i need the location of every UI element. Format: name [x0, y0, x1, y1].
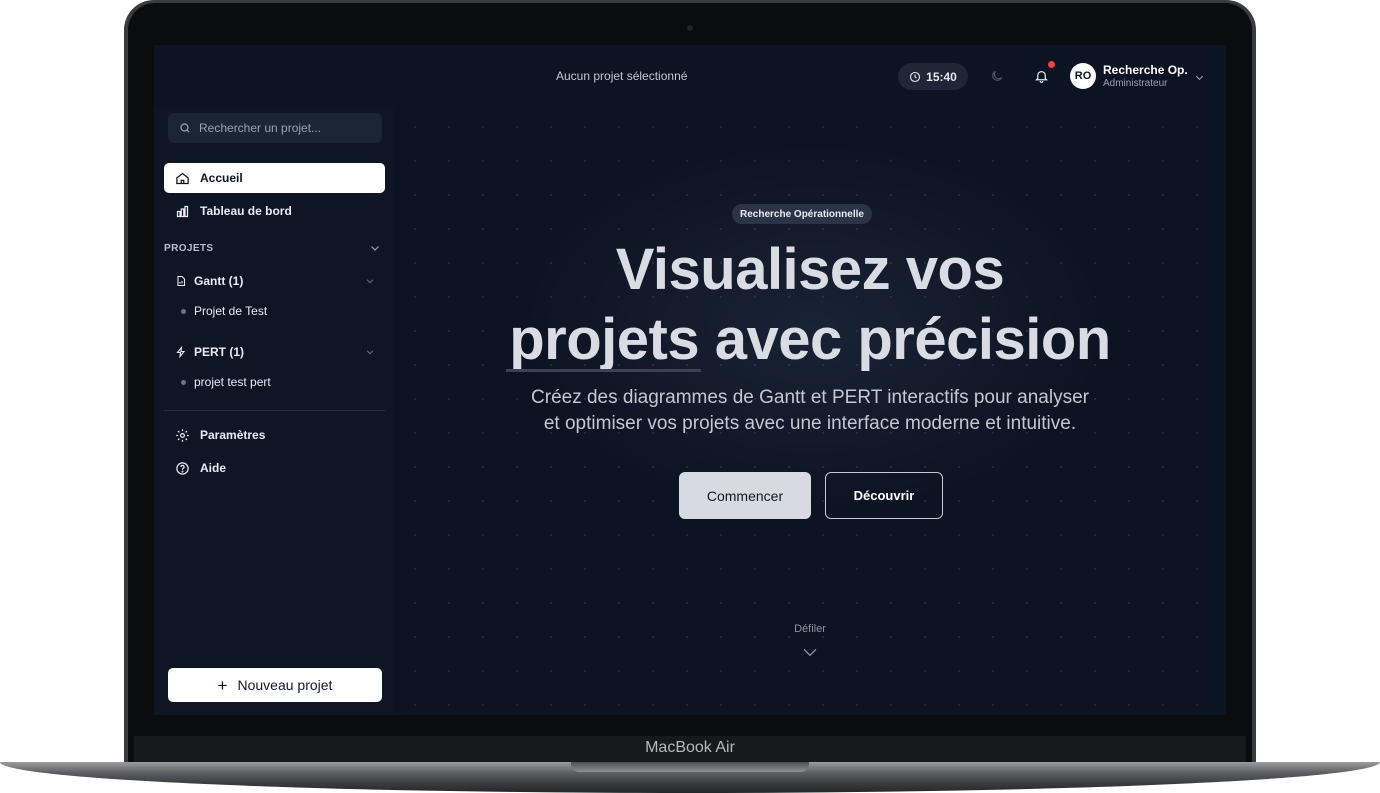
avatar[interactable]: RO	[1070, 63, 1096, 89]
notification-dot	[1048, 61, 1055, 68]
hero-title-line1: Visualisez vos	[615, 237, 1005, 302]
hero-badge: Recherche Opérationnelle	[732, 204, 872, 224]
device-label: MacBook Air	[645, 739, 735, 756]
hero-section: Recherche Opérationnelle Visualisez vos …	[394, 108, 1226, 715]
search-icon	[180, 123, 190, 133]
bullet-dot	[181, 308, 186, 314]
help-icon	[176, 461, 189, 475]
bullet-dot	[181, 379, 186, 385]
project-name: projet test pert	[194, 375, 271, 389]
chevron-down-icon[interactable]	[365, 276, 375, 286]
sidebar-item-settings[interactable]: Paramètres	[164, 420, 385, 450]
project-group-pert[interactable]: PERT (1)	[175, 345, 244, 359]
search-input[interactable]	[199, 121, 369, 135]
hero-subtitle-line1: Créez des diagrammes de Gantt et PERT in…	[531, 387, 1089, 408]
sidebar-item-label: Accueil	[200, 171, 243, 185]
laptop-hinge-notch	[571, 762, 809, 772]
sidebar-item-accueil[interactable]: Accueil	[164, 163, 385, 193]
search-box[interactable]	[168, 113, 382, 143]
gear-icon	[176, 428, 189, 442]
clock-icon	[910, 71, 921, 82]
chevron-down-icon[interactable]	[802, 646, 818, 658]
start-button[interactable]: Commencer	[679, 472, 811, 519]
sidebar: Accueil Tableau de bord PROJETS Gantt (1…	[154, 108, 394, 715]
top-header: Aucun projet sélectionné 15:40 RO Recher…	[154, 45, 1226, 108]
project-group-label: Gantt (1)	[194, 274, 244, 288]
title-underline	[506, 369, 701, 372]
hero-title-line2: projets avec précision	[509, 307, 1111, 372]
home-icon	[176, 172, 189, 184]
user-name[interactable]: Recherche Op.	[1103, 63, 1188, 77]
discover-button[interactable]: Découvrir	[825, 472, 943, 519]
clock-time: 15:40	[926, 69, 957, 84]
list-item[interactable]: projet test pert	[181, 375, 271, 389]
chevron-down-icon[interactable]	[365, 347, 375, 357]
project-group-gantt[interactable]: Gantt (1)	[175, 274, 243, 288]
list-item[interactable]: Projet de Test	[181, 304, 267, 318]
moon-icon[interactable]	[990, 69, 1004, 83]
sidebar-item-help[interactable]: Aide	[164, 453, 385, 483]
camera-dot	[687, 25, 693, 31]
project-group-label: PERT (1)	[194, 345, 245, 359]
sidebar-divider	[164, 410, 385, 411]
new-project-label: Nouveau projet	[237, 677, 333, 693]
sidebar-item-dashboard[interactable]: Tableau de bord	[164, 196, 385, 226]
hero-subtitle-line2: et optimiser vos projets avec une interf…	[543, 413, 1077, 434]
chart-icon	[176, 205, 189, 217]
network-icon	[176, 346, 186, 358]
file-chart-icon	[177, 275, 186, 287]
projects-section-label: PROJETS	[164, 243, 214, 254]
project-name: Projet de Test	[194, 304, 268, 318]
sidebar-item-label: Aide	[200, 461, 227, 475]
scroll-label[interactable]: Défiler	[394, 623, 1226, 635]
new-project-button[interactable]: + Nouveau projet	[168, 668, 382, 702]
chevron-down-icon[interactable]	[1194, 72, 1205, 83]
app-screen: Aucun projet sélectionné 15:40 RO Recher…	[154, 45, 1226, 715]
project-status-text: Aucun projet sélectionné	[556, 69, 688, 83]
laptop-chin: MacBook Air	[134, 736, 1246, 764]
clock-badge: 15:40	[898, 63, 968, 90]
chevron-down-icon[interactable]	[369, 242, 381, 254]
bell-icon[interactable]	[1034, 68, 1049, 84]
user-role: Administrateur	[1103, 78, 1168, 89]
sidebar-item-label: Paramètres	[200, 428, 266, 442]
plus-icon: +	[217, 675, 228, 695]
sidebar-item-label: Tableau de bord	[200, 204, 292, 218]
